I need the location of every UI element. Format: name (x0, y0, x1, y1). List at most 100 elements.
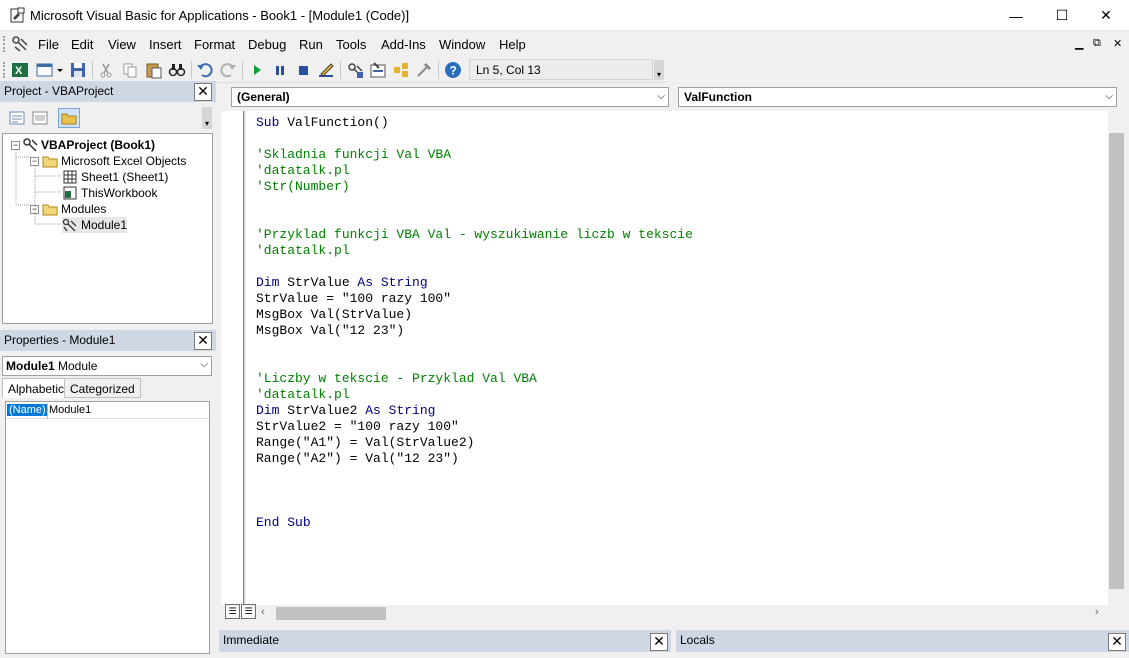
code-line[interactable]: MsgBox Val(StrValue) (256, 307, 412, 323)
maximize-button[interactable]: ☐ (1039, 0, 1085, 31)
properties-object-select[interactable]: Module1 Module ⌵ (2, 356, 212, 376)
insert-userform-icon[interactable] (36, 61, 54, 79)
run-icon[interactable] (248, 61, 266, 79)
code-line[interactable]: 'datatalk.pl (256, 387, 350, 403)
mdi-minimize-button[interactable]: ▁ (1075, 37, 1083, 50)
menu-edit[interactable]: Edit (71, 37, 93, 52)
code-line[interactable]: Range("A2") = Val("12 23") (256, 451, 459, 467)
tab-alphabetic[interactable]: Alphabetic (2, 378, 71, 398)
chevron-down-icon: ⌵ (657, 91, 665, 102)
vba-module-icon[interactable] (11, 35, 31, 53)
menu-help[interactable]: Help (499, 37, 526, 52)
code-margin[interactable] (221, 111, 245, 605)
properties-panel-title: Properties - Module1 (4, 333, 116, 347)
object-browser-icon[interactable] (392, 61, 410, 79)
locals-panel-close-button[interactable]: ✕ (1108, 633, 1126, 651)
code-line[interactable]: 'Str(Number) (256, 179, 350, 195)
menu-run[interactable]: Run (299, 37, 323, 52)
margin-indicator-line (243, 111, 244, 605)
project-tree: − VBAProject (Book1) − Microsoft Excel O… (2, 133, 213, 324)
properties-object-name: Module1 (6, 359, 55, 373)
view-code-icon[interactable] (8, 109, 26, 127)
procedure-view-icon[interactable]: ☰ (225, 604, 240, 619)
undo-icon[interactable] (196, 61, 214, 79)
minimize-button[interactable]: — (993, 0, 1039, 31)
design-mode-icon[interactable] (317, 61, 335, 79)
mdi-close-button[interactable]: ✕ (1113, 37, 1122, 50)
toggle-folders-icon[interactable] (58, 108, 80, 128)
project-toolbar-overflow-icon[interactable]: ▾ (202, 107, 212, 129)
mdi-restore-button[interactable]: ⧉ (1093, 37, 1101, 50)
menu-window[interactable]: Window (439, 37, 485, 52)
save-icon[interactable] (69, 61, 87, 79)
property-row-name[interactable]: (Name) Module1 (6, 403, 209, 419)
tree-sheet1-label: Sheet1 (Sheet1) (81, 170, 169, 184)
code-line[interactable]: 'datatalk.pl (256, 163, 350, 179)
find-icon[interactable] (168, 61, 186, 79)
horizontal-scrollbar-thumb[interactable] (276, 607, 386, 620)
scroll-right-icon[interactable]: › (1095, 606, 1099, 618)
toolbar-separator (438, 61, 439, 79)
redo-icon[interactable] (219, 61, 237, 79)
object-combo-value: (General) (237, 90, 290, 104)
tab-categorized[interactable]: Categorized (64, 378, 141, 398)
project-panel-header: Project - VBAProject (0, 81, 216, 102)
close-button[interactable]: ✕ (1083, 0, 1129, 31)
properties-panel-close-button[interactable]: ✕ (194, 332, 212, 350)
toolbar-grip[interactable] (3, 62, 7, 78)
view-object-icon[interactable] (31, 109, 49, 127)
properties-panel: Properties - Module1 ✕ Module1 Module ⌵ … (0, 330, 216, 658)
menu-view[interactable]: View (108, 37, 136, 52)
procedure-combo-value: ValFunction (684, 90, 753, 104)
tree-connector-lines (15, 150, 60, 225)
scroll-left-icon[interactable]: ‹ (261, 606, 265, 618)
code-line[interactable]: Dim StrValue As String (256, 275, 428, 291)
cut-icon[interactable] (97, 61, 115, 79)
full-module-view-icon[interactable]: ☰ (241, 604, 256, 619)
help-icon[interactable]: ? (444, 61, 462, 79)
code-line[interactable]: 'Skladnia funkcji Val VBA (256, 147, 451, 163)
toolbox-icon[interactable] (415, 61, 433, 79)
menu-grip[interactable] (3, 36, 7, 52)
project-panel-close-button[interactable]: ✕ (194, 83, 212, 101)
menu-insert[interactable]: Insert (149, 37, 182, 52)
property-name-key: (Name) (7, 404, 48, 416)
immediate-panel-header: Immediate (219, 630, 671, 652)
insert-dropdown-icon[interactable] (55, 61, 65, 79)
code-editor[interactable]: Sub ValFunction() 'Skladnia funkcji Val V… (246, 111, 1108, 605)
excel-view-icon[interactable]: X (11, 61, 29, 79)
vertical-scrollbar[interactable] (1108, 111, 1125, 605)
vertical-scrollbar-thumb[interactable] (1109, 133, 1124, 589)
code-line[interactable]: Dim StrValue2 As String (256, 403, 435, 419)
tree-workbook-label: ThisWorkbook (81, 186, 158, 200)
code-window: (General) ⌵ ValFunction ⌵ Sub ValFunctio… (221, 84, 1129, 625)
code-line[interactable]: 'Przyklad funkcji VBA Val - wyszukiwanie… (256, 227, 693, 243)
immediate-panel-close-button[interactable]: ✕ (650, 633, 668, 651)
code-line[interactable]: MsgBox Val("12 23") (256, 323, 404, 339)
code-line[interactable]: 'datatalk.pl (256, 243, 350, 259)
copy-icon[interactable] (121, 61, 139, 79)
code-line[interactable]: StrValue = "100 razy 100" (256, 291, 451, 307)
horizontal-scrollbar[interactable]: ‹ › (221, 605, 1125, 622)
code-line[interactable]: StrValue2 = "100 razy 100" (256, 419, 459, 435)
code-line[interactable]: End Sub (256, 515, 311, 531)
break-icon[interactable] (271, 61, 289, 79)
menu-format[interactable]: Format (194, 37, 235, 52)
code-line[interactable]: 'Liczby w tekscie - Przyklad Val VBA (256, 371, 537, 387)
toolbar-overflow-icon[interactable]: ▾ (654, 60, 664, 80)
properties-window-icon[interactable] (369, 61, 387, 79)
property-name-value[interactable]: Module1 (49, 404, 91, 416)
menu-debug[interactable]: Debug (248, 37, 286, 52)
object-combo[interactable]: (General) ⌵ (231, 87, 669, 107)
reset-icon[interactable] (294, 61, 312, 79)
project-panel-title: Project - VBAProject (4, 84, 114, 98)
procedure-combo[interactable]: ValFunction ⌵ (678, 87, 1117, 107)
menu-file[interactable]: File (38, 37, 59, 52)
project-explorer-icon[interactable] (346, 61, 364, 79)
menu-tools[interactable]: Tools (336, 37, 366, 52)
paste-icon[interactable] (145, 61, 163, 79)
svg-text:?: ? (450, 64, 457, 78)
code-line[interactable]: Sub ValFunction() (256, 115, 389, 131)
menu-add-ins[interactable]: Add-Ins (381, 37, 426, 52)
code-line[interactable]: Range("A1") = Val(StrValue2) (256, 435, 474, 451)
